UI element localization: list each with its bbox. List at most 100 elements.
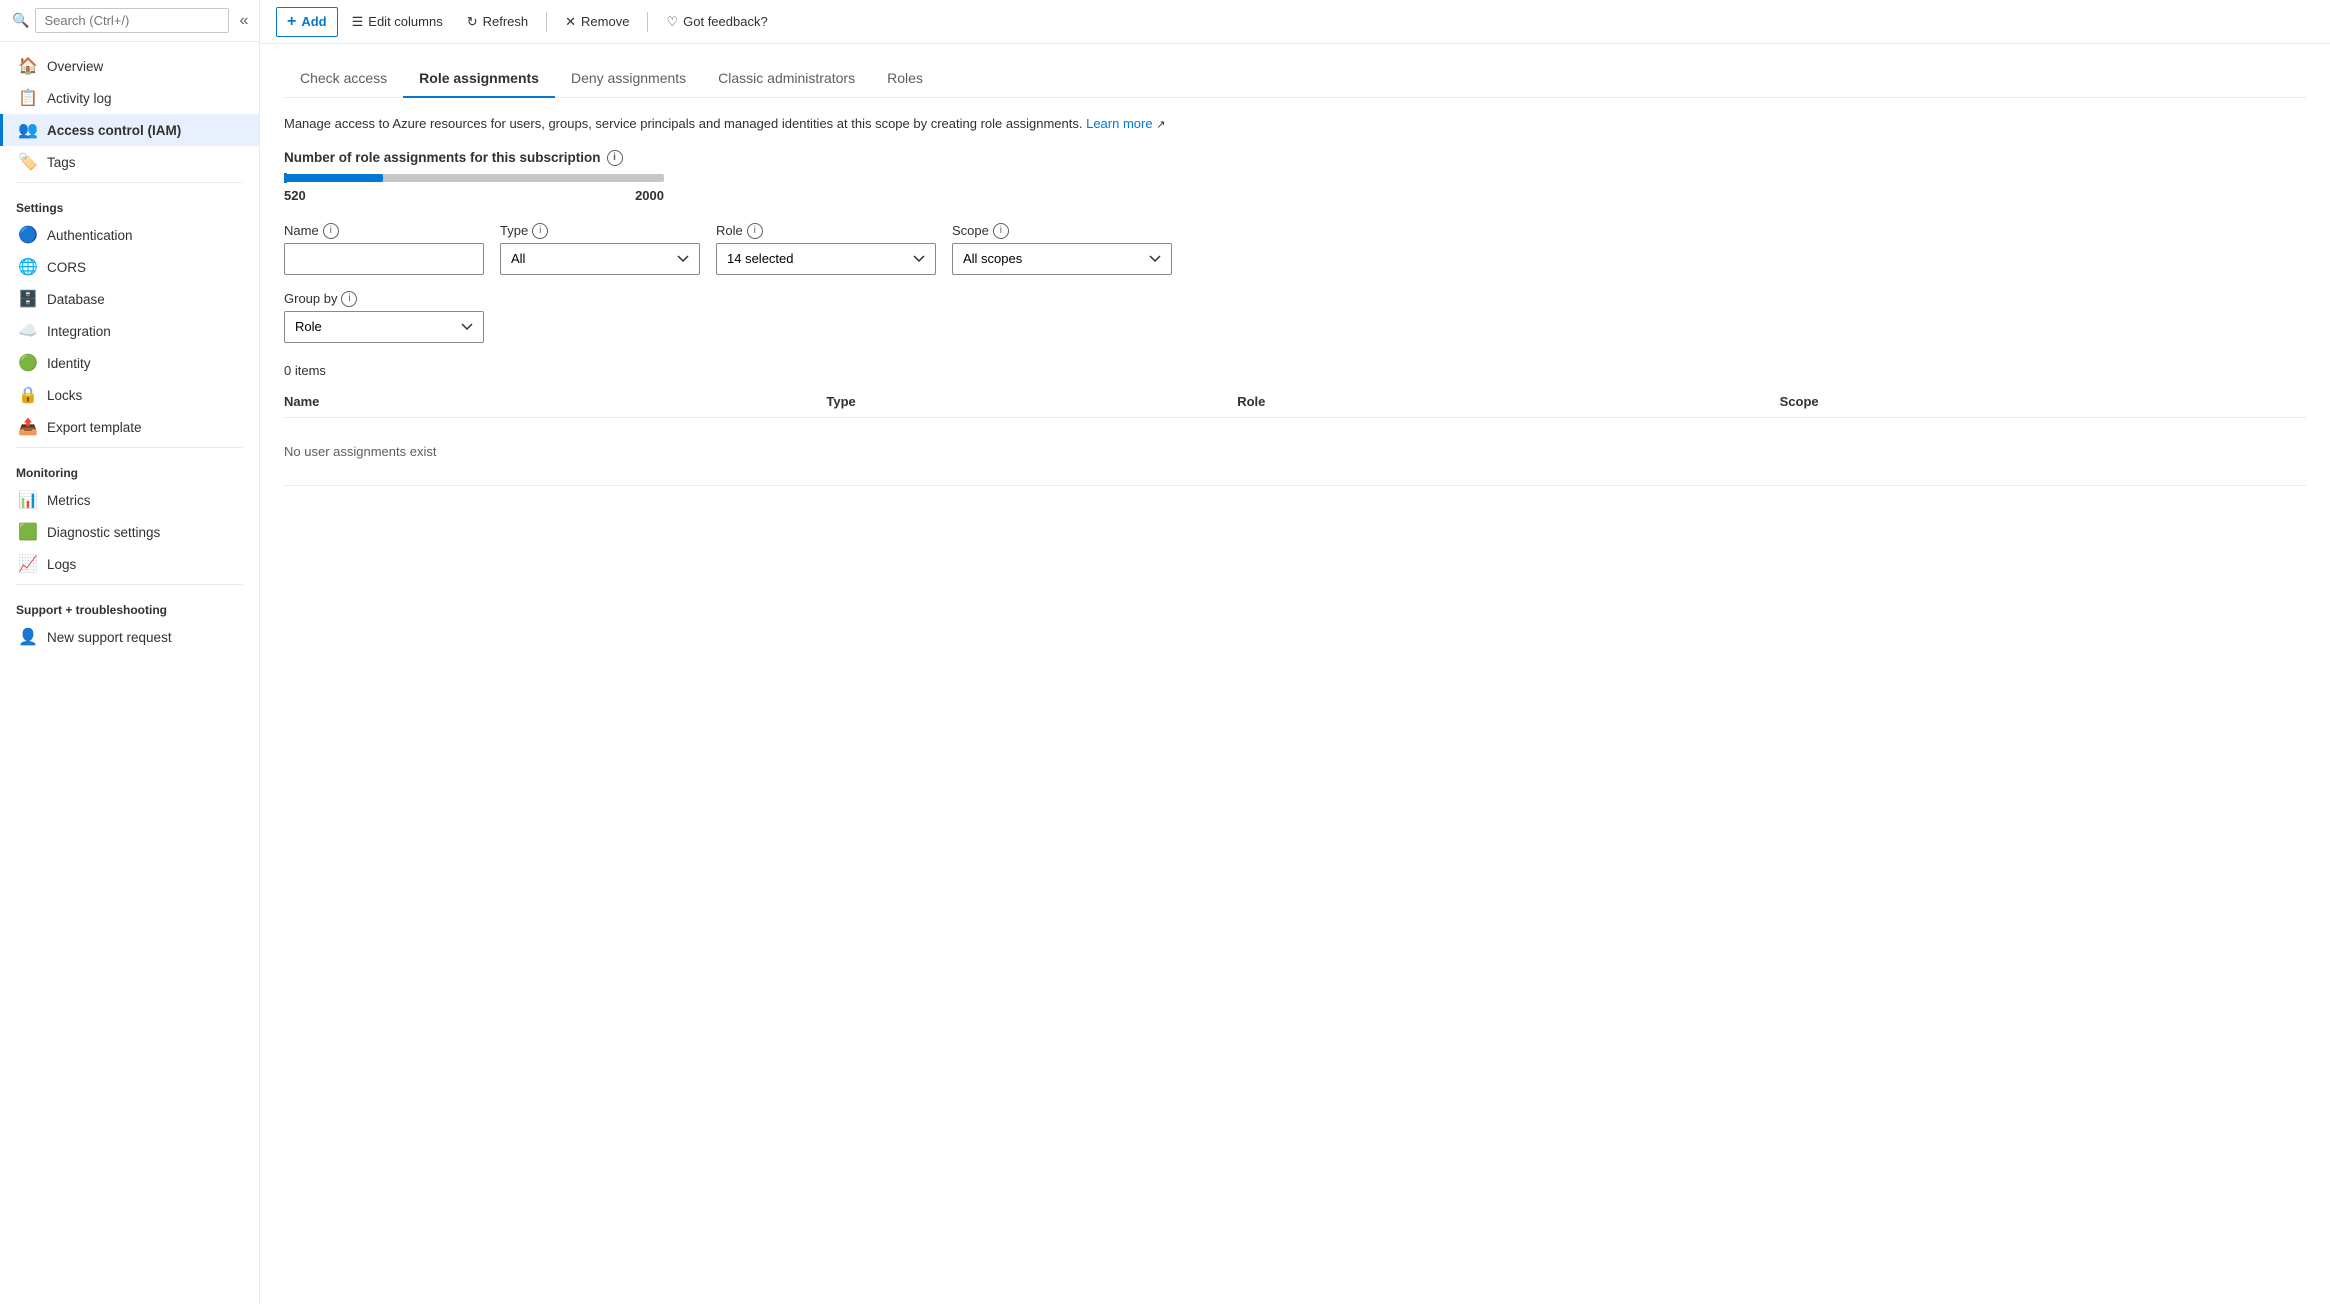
filters-section: Name i Type i All User Group Service Pri… <box>284 223 2306 343</box>
role-filter-label: Role i <box>716 223 936 239</box>
remove-button[interactable]: ✕ Remove <box>555 9 639 35</box>
empty-message: No user assignments exist <box>284 428 436 475</box>
type-info-icon[interactable]: i <box>532 223 548 239</box>
role-info-icon[interactable]: i <box>747 223 763 239</box>
progress-bar-container <box>284 174 664 182</box>
sidebar: 🔍 « 🏠 Overview 📋 Activity log 👥 Access c… <box>0 0 260 1304</box>
tab-deny-assignments[interactable]: Deny assignments <box>555 60 702 98</box>
search-icon: 🔍 <box>12 12 29 29</box>
sidebar-item-integration[interactable]: ☁️ Integration <box>0 315 259 347</box>
edit-columns-button[interactable]: ☰ Edit columns <box>342 9 453 35</box>
scope-filter-select[interactable]: All scopes This resource Inherited <box>952 243 1172 275</box>
sidebar-item-identity[interactable]: 🟢 Identity <box>0 347 259 379</box>
sidebar-item-label: Database <box>47 292 105 307</box>
name-filter-label: Name i <box>284 223 484 239</box>
sidebar-item-locks[interactable]: 🔒 Locks <box>0 379 259 411</box>
group-by-filter-label: Group by i <box>284 291 2306 307</box>
sidebar-item-label: Authentication <box>47 228 133 243</box>
logs-icon: 📈 <box>19 555 37 573</box>
add-button[interactable]: + Add <box>276 7 338 37</box>
sidebar-search-area: 🔍 « <box>0 0 259 42</box>
sidebar-item-authentication[interactable]: 🔵 Authentication <box>0 219 259 251</box>
refresh-icon: ↻ <box>467 14 478 30</box>
sidebar-item-label: Overview <box>47 59 103 74</box>
sidebar-item-activity-log[interactable]: 📋 Activity log <box>0 82 259 114</box>
table-empty-row: No user assignments exist <box>284 418 2306 486</box>
scope-filter-label: Scope i <box>952 223 1172 239</box>
tab-check-access[interactable]: Check access <box>284 60 403 98</box>
collapse-button[interactable]: « <box>235 10 252 32</box>
content-area: Check access Role assignments Deny assig… <box>260 44 2330 1304</box>
settings-section-label: Settings <box>0 187 259 219</box>
sidebar-item-overview[interactable]: 🏠 Overview <box>0 50 259 82</box>
tab-classic-administrators[interactable]: Classic administrators <box>702 60 871 98</box>
toolbar: + Add ☰ Edit columns ↻ Refresh ✕ Remove … <box>260 0 2330 44</box>
role-filter-group: Role i 14 selected <box>716 223 936 275</box>
tab-roles[interactable]: Roles <box>871 60 939 98</box>
sidebar-item-label: Integration <box>47 324 111 339</box>
count-title: Number of role assignments for this subs… <box>284 150 2306 166</box>
feedback-button[interactable]: ♡ Got feedback? <box>656 9 777 35</box>
sidebar-item-label: Export template <box>47 420 142 435</box>
learn-more-link[interactable]: Learn more <box>1086 116 1152 131</box>
group-by-filter-select[interactable]: Role Type Scope <box>284 311 484 343</box>
edit-columns-label: Edit columns <box>368 14 442 29</box>
activity-log-icon: 📋 <box>19 89 37 107</box>
sidebar-item-label: Locks <box>47 388 82 403</box>
sidebar-nav: 🏠 Overview 📋 Activity log 👥 Access contr… <box>0 42 259 661</box>
count-info-icon[interactable]: i <box>607 150 623 166</box>
progress-current: 520 <box>284 188 306 203</box>
progress-bar-fill <box>284 174 383 182</box>
role-filter-select[interactable]: 14 selected <box>716 243 936 275</box>
sidebar-item-database[interactable]: 🗄️ Database <box>0 283 259 315</box>
tab-role-assignments[interactable]: Role assignments <box>403 60 555 98</box>
col-header-scope: Scope <box>1780 394 2306 409</box>
main-panel: + Add ☰ Edit columns ↻ Refresh ✕ Remove … <box>260 0 2330 1304</box>
sidebar-item-label: Identity <box>47 356 91 371</box>
refresh-label: Refresh <box>483 14 529 29</box>
group-by-filter-group: Group by i Role Type Scope <box>284 291 2306 343</box>
items-count: 0 items <box>284 363 2306 378</box>
sidebar-item-label: New support request <box>47 630 172 645</box>
name-info-icon[interactable]: i <box>323 223 339 239</box>
scope-info-icon[interactable]: i <box>993 223 1009 239</box>
sidebar-item-cors[interactable]: 🌐 CORS <box>0 251 259 283</box>
scope-filter-group: Scope i All scopes This resource Inherit… <box>952 223 1172 275</box>
access-control-icon: 👥 <box>19 121 37 139</box>
group-by-info-icon[interactable]: i <box>341 291 357 307</box>
sidebar-item-export-template[interactable]: 📤 Export template <box>0 411 259 443</box>
sidebar-item-metrics[interactable]: 📊 Metrics <box>0 484 259 516</box>
role-assignment-count-section: Number of role assignments for this subs… <box>284 150 2306 203</box>
toolbar-divider-1 <box>546 12 547 32</box>
identity-icon: 🟢 <box>19 354 37 372</box>
sidebar-item-new-support-request[interactable]: 👤 New support request <box>0 621 259 653</box>
overview-icon: 🏠 <box>19 57 37 75</box>
sidebar-item-label: Activity log <box>47 91 112 106</box>
sidebar-item-label: Metrics <box>47 493 91 508</box>
col-header-type: Type <box>826 394 1237 409</box>
sidebar-item-label: Logs <box>47 557 76 572</box>
export-template-icon: 📤 <box>19 418 37 436</box>
type-filter-select[interactable]: All User Group Service Principal Managed… <box>500 243 700 275</box>
toolbar-divider-2 <box>647 12 648 32</box>
support-icon: 👤 <box>19 628 37 646</box>
feedback-icon: ♡ <box>666 14 678 30</box>
edit-columns-icon: ☰ <box>352 14 364 30</box>
search-input[interactable] <box>35 8 229 33</box>
sidebar-item-diagnostic-settings[interactable]: 🟩 Diagnostic settings <box>0 516 259 548</box>
add-label: Add <box>301 14 326 29</box>
cors-icon: 🌐 <box>19 258 37 276</box>
sidebar-item-tags[interactable]: 🏷️ Tags <box>0 146 259 178</box>
monitoring-section-label: Monitoring <box>0 452 259 484</box>
name-filter-input[interactable] <box>284 243 484 275</box>
support-section-label: Support + troubleshooting <box>0 589 259 621</box>
authentication-icon: 🔵 <box>19 226 37 244</box>
progress-marker <box>284 173 287 183</box>
sidebar-item-logs[interactable]: 📈 Logs <box>0 548 259 580</box>
tabs-bar: Check access Role assignments Deny assig… <box>284 60 2306 98</box>
col-header-name: Name <box>284 394 826 409</box>
metrics-icon: 📊 <box>19 491 37 509</box>
refresh-button[interactable]: ↻ Refresh <box>457 9 538 35</box>
type-filter-label: Type i <box>500 223 700 239</box>
sidebar-item-access-control[interactable]: 👥 Access control (IAM) <box>0 114 259 146</box>
